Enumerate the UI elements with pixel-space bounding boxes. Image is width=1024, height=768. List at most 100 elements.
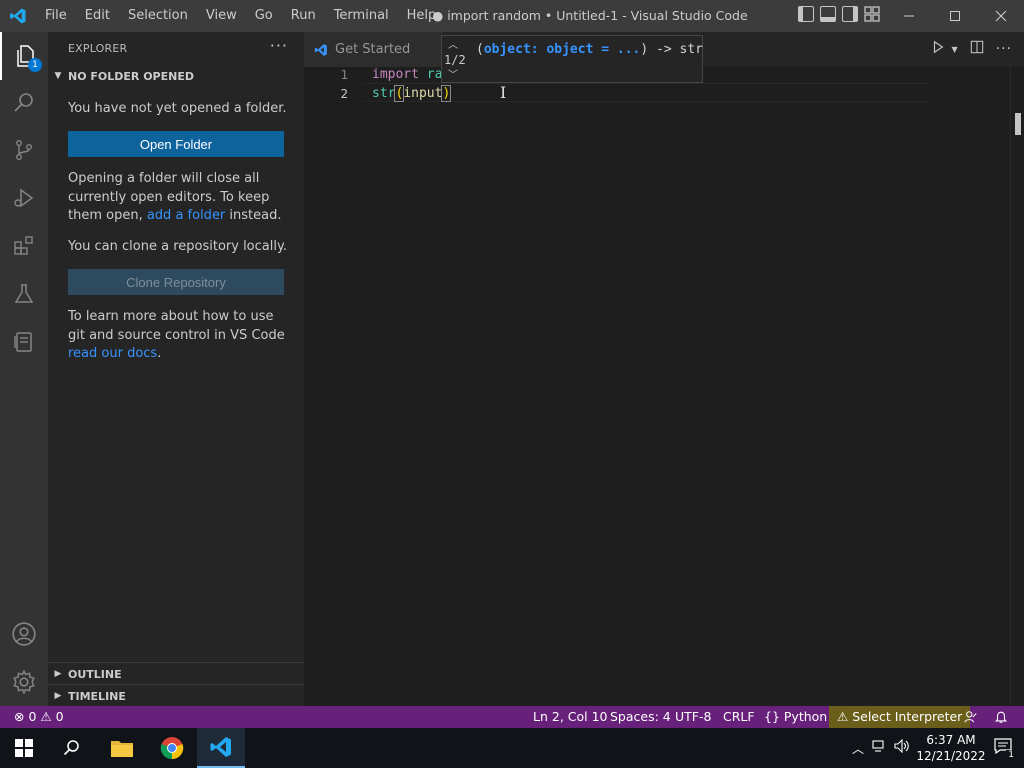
show-hidden-icons-chevron-icon[interactable]: ︿	[852, 740, 864, 757]
menu-edit[interactable]: Edit	[76, 0, 119, 32]
warning-icon: ⚠	[837, 709, 849, 724]
code-line-1[interactable]: import ra	[372, 67, 442, 82]
clone-repository-button[interactable]: Clone Repository	[68, 269, 284, 295]
tab-label: Get Started	[335, 42, 411, 57]
line-number: 2	[340, 86, 348, 101]
chrome-icon[interactable]	[148, 728, 196, 768]
volume-icon[interactable]	[894, 738, 910, 757]
signature-text: (object: object = ...) -> str	[476, 42, 703, 57]
extensions-icon[interactable]	[0, 222, 48, 270]
language-mode[interactable]: {} Python	[764, 706, 827, 728]
run-dropdown-chevron-icon[interactable]: ▼	[951, 45, 957, 54]
source-control-icon[interactable]	[0, 126, 48, 174]
text-cursor-icon: I	[500, 83, 507, 102]
encoding[interactable]: UTF-8	[675, 706, 711, 728]
layout-controls	[798, 6, 880, 22]
cursor-position[interactable]: Ln 2, Col 10	[533, 706, 608, 728]
no-folder-section-header[interactable]: ▼ NO FOLDER OPENED	[48, 65, 304, 87]
menu-go[interactable]: Go	[246, 0, 282, 32]
more-actions-icon[interactable]: ···	[996, 41, 1012, 57]
maximize-button[interactable]	[932, 0, 978, 32]
close-button[interactable]	[978, 0, 1024, 32]
sig-active-param: object: object = ...	[483, 42, 641, 57]
run-debug-icon[interactable]	[0, 174, 48, 222]
menu-file[interactable]: File	[36, 0, 76, 32]
notification-center-icon[interactable]: 1	[994, 738, 1016, 760]
function-input: input	[403, 86, 443, 101]
remote-explorer-icon[interactable]	[0, 318, 48, 366]
activity-bar: 1	[0, 32, 48, 706]
interpreter-label: Select Interpreter	[852, 709, 963, 724]
toggle-primary-sidebar-icon[interactable]	[798, 6, 814, 22]
accounts-icon[interactable]	[0, 610, 48, 658]
clone-message: You can clone a repository locally.	[68, 239, 287, 254]
read-docs-link[interactable]: read our docs	[68, 346, 157, 361]
title-bar: File Edit Selection View Go Run Terminal…	[0, 0, 1024, 32]
line-ending[interactable]: CRLF	[723, 706, 755, 728]
previous-signature-chevron-icon[interactable]: ︿	[448, 36, 458, 51]
split-editor-icon[interactable]	[970, 40, 984, 58]
toggle-secondary-sidebar-icon[interactable]	[842, 6, 858, 22]
close-editors-warning: Opening a folder will close all currentl…	[68, 170, 288, 226]
learn-more-end: .	[157, 346, 162, 361]
outline-section-header[interactable]: ▶ OUTLINE	[48, 663, 304, 685]
taskbar-clock[interactable]: 6:37 AM 12/21/2022	[916, 732, 986, 764]
sig-close: ) -> str	[640, 42, 703, 57]
clock-date: 12/21/2022	[916, 749, 986, 763]
indentation[interactable]: Spaces: 4	[610, 706, 671, 728]
chevron-right-icon: ▶	[54, 691, 62, 701]
explorer-badge: 1	[28, 58, 42, 72]
vscode-tab-icon	[314, 43, 327, 56]
close-paren: )	[441, 85, 452, 102]
signature-help-popup: ︿ 1/2 ﹀ (object: object = ...) -> str	[441, 35, 703, 83]
warning-count: 0	[55, 709, 64, 724]
toggle-panel-icon[interactable]	[820, 6, 836, 22]
error-icon: ⊗	[14, 709, 25, 724]
vertical-scrollbar[interactable]	[1010, 67, 1024, 706]
windows-start-icon[interactable]	[0, 728, 48, 768]
windows-taskbar: ︿ 6:37 AM 12/21/2022 1	[0, 728, 1024, 768]
problems-indicator[interactable]: ⊗ 0 ⚠ 0	[14, 706, 64, 728]
timeline-label: TIMELINE	[68, 689, 126, 703]
learn-more-text: To learn more about how to use git and s…	[68, 309, 285, 343]
notifications-bell-icon[interactable]	[994, 706, 1008, 728]
select-interpreter-button[interactable]: ⚠ Select Interpreter	[829, 706, 971, 728]
signature-counter: 1/2	[444, 53, 466, 67]
menu-view[interactable]: View	[197, 0, 246, 32]
network-icon[interactable]	[872, 739, 888, 757]
menu-run[interactable]: Run	[282, 0, 325, 32]
search-icon[interactable]	[0, 78, 48, 126]
warning-icon: ⚠	[40, 709, 52, 724]
next-signature-chevron-icon[interactable]: ﹀	[448, 66, 458, 81]
sig-open: (	[476, 42, 484, 57]
notification-count: 1	[1006, 750, 1016, 760]
customize-layout-icon[interactable]	[864, 6, 880, 22]
more-actions-icon[interactable]: ···	[270, 36, 288, 55]
window-title: ● import random • Untitled-1 - Visual St…	[432, 8, 748, 23]
file-explorer-icon[interactable]	[98, 728, 146, 768]
run-file-icon[interactable]	[931, 40, 945, 58]
open-folder-button[interactable]: Open Folder	[68, 131, 284, 157]
minimize-button[interactable]	[886, 0, 932, 32]
module-name: ra	[418, 67, 443, 82]
sidebar-title: EXPLORER	[68, 42, 128, 55]
vscode-taskbar-icon[interactable]	[197, 728, 245, 768]
function-str: str	[372, 86, 396, 101]
vscode-logo-icon	[0, 0, 36, 32]
chevron-down-icon: ▼	[54, 71, 62, 81]
keyword-import: import	[372, 67, 419, 82]
tab-get-started[interactable]: Get Started	[304, 32, 442, 67]
testing-icon[interactable]	[0, 270, 48, 318]
manage-gear-icon[interactable]	[0, 658, 48, 706]
feedback-icon[interactable]	[964, 706, 978, 728]
explorer-icon[interactable]: 1	[0, 32, 48, 80]
scrollbar-thumb[interactable]	[1015, 113, 1021, 135]
editor-area: Get Started ▼ ··· 1 2 import ra str(inpu…	[304, 32, 1024, 706]
system-tray: ︿ 6:37 AM 12/21/2022 1	[852, 728, 1024, 768]
timeline-section-header[interactable]: ▶ TIMELINE	[48, 685, 304, 707]
add-folder-link[interactable]: add a folder	[147, 208, 225, 223]
code-line-2[interactable]: str(input)	[372, 85, 452, 102]
menu-selection[interactable]: Selection	[119, 0, 197, 32]
taskbar-search-icon[interactable]	[48, 728, 96, 768]
explorer-sidebar: EXPLORER ··· ▼ NO FOLDER OPENED You have…	[48, 32, 304, 706]
